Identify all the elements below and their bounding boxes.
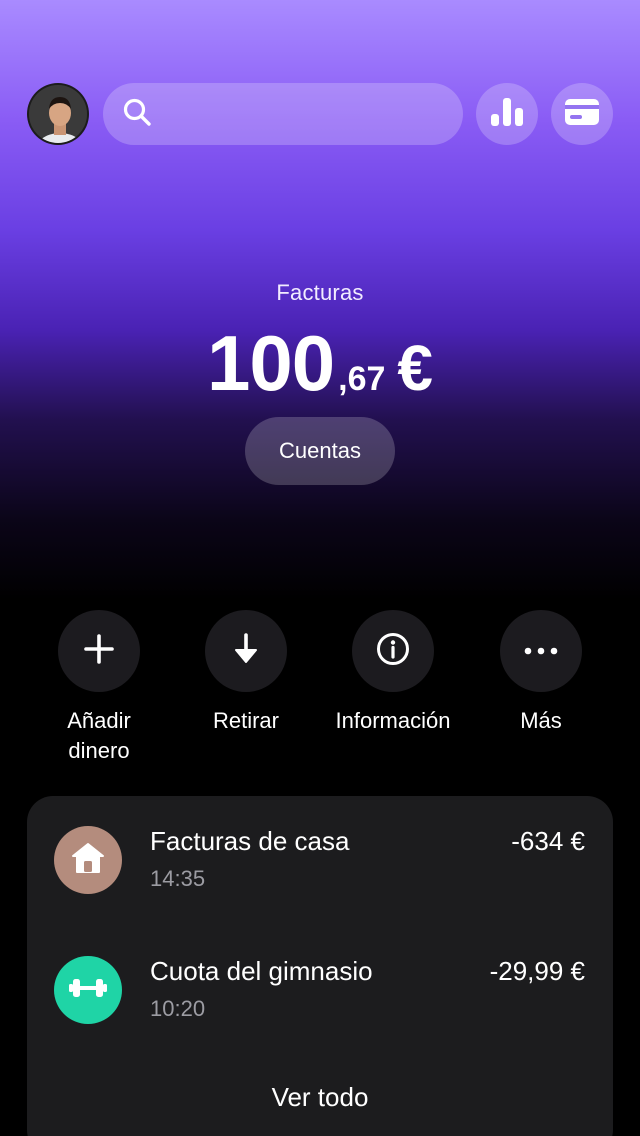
- withdraw-label: Retirar: [212, 708, 279, 733]
- add-money-action[interactable]: Añadir dinero: [24, 610, 174, 766]
- balance-decimal: ,67: [338, 360, 386, 398]
- transaction-time: 14:35: [150, 866, 206, 891]
- transaction-icon-bg: [54, 826, 122, 894]
- transaction-row[interactable]: Cuota del gimnasio 10:20 -29,99 €: [27, 926, 613, 1024]
- info-icon: [376, 632, 410, 671]
- transaction-title: Facturas de casa: [150, 826, 350, 856]
- add-money-label: Añadir dinero: [24, 706, 174, 766]
- withdraw-button[interactable]: [205, 610, 287, 692]
- add-money-button[interactable]: [58, 610, 140, 692]
- balance-amount: 100 ,67 €: [0, 324, 640, 405]
- quick-actions: Añadir dinero Retirar Información Más: [0, 610, 640, 770]
- balance-label: Facturas: [276, 280, 364, 305]
- more-icon: [524, 642, 558, 660]
- more-label: Más: [520, 708, 562, 733]
- user-avatar[interactable]: [27, 83, 89, 145]
- search-icon: [121, 96, 153, 133]
- see-all-link[interactable]: Ver todo: [27, 1082, 613, 1113]
- transaction-title: Cuota del gimnasio: [150, 956, 373, 986]
- top-bar: [27, 83, 613, 145]
- more-action[interactable]: Más: [466, 610, 616, 736]
- transaction-amount: -29,99 €: [489, 956, 585, 986]
- cards-button[interactable]: [551, 83, 613, 145]
- stats-button[interactable]: [476, 83, 538, 145]
- info-button[interactable]: [352, 610, 434, 692]
- search-bar[interactable]: [103, 83, 463, 145]
- bar-chart-icon: [490, 96, 524, 133]
- transaction-time: 10:20: [150, 996, 206, 1021]
- add-money-label-line2: dinero: [68, 738, 130, 763]
- info-action[interactable]: Información: [318, 610, 468, 736]
- accounts-button[interactable]: Cuentas: [245, 417, 395, 485]
- info-label: Información: [335, 708, 451, 733]
- balance-currency: €: [397, 332, 433, 404]
- house-icon: [71, 842, 105, 879]
- transaction-row[interactable]: Facturas de casa 14:35 -634 €: [27, 796, 613, 894]
- credit-card-icon: [565, 98, 599, 130]
- arrow-down-icon: [233, 632, 259, 670]
- avatar-image: [29, 85, 87, 143]
- withdraw-action[interactable]: Retirar: [171, 610, 321, 736]
- balance-section: Facturas 100 ,67 €: [0, 280, 640, 405]
- plus-icon: [84, 633, 114, 669]
- dumbbell-icon: [69, 976, 107, 1005]
- add-money-label-line1: Añadir: [67, 708, 131, 733]
- more-button[interactable]: [500, 610, 582, 692]
- transactions-panel: Facturas de casa 14:35 -634 € Cuota del …: [27, 796, 613, 1136]
- transaction-amount: -634 €: [511, 826, 585, 856]
- balance-integer: 100: [207, 319, 335, 407]
- search-input[interactable]: [163, 102, 443, 126]
- transaction-icon-bg: [54, 956, 122, 1024]
